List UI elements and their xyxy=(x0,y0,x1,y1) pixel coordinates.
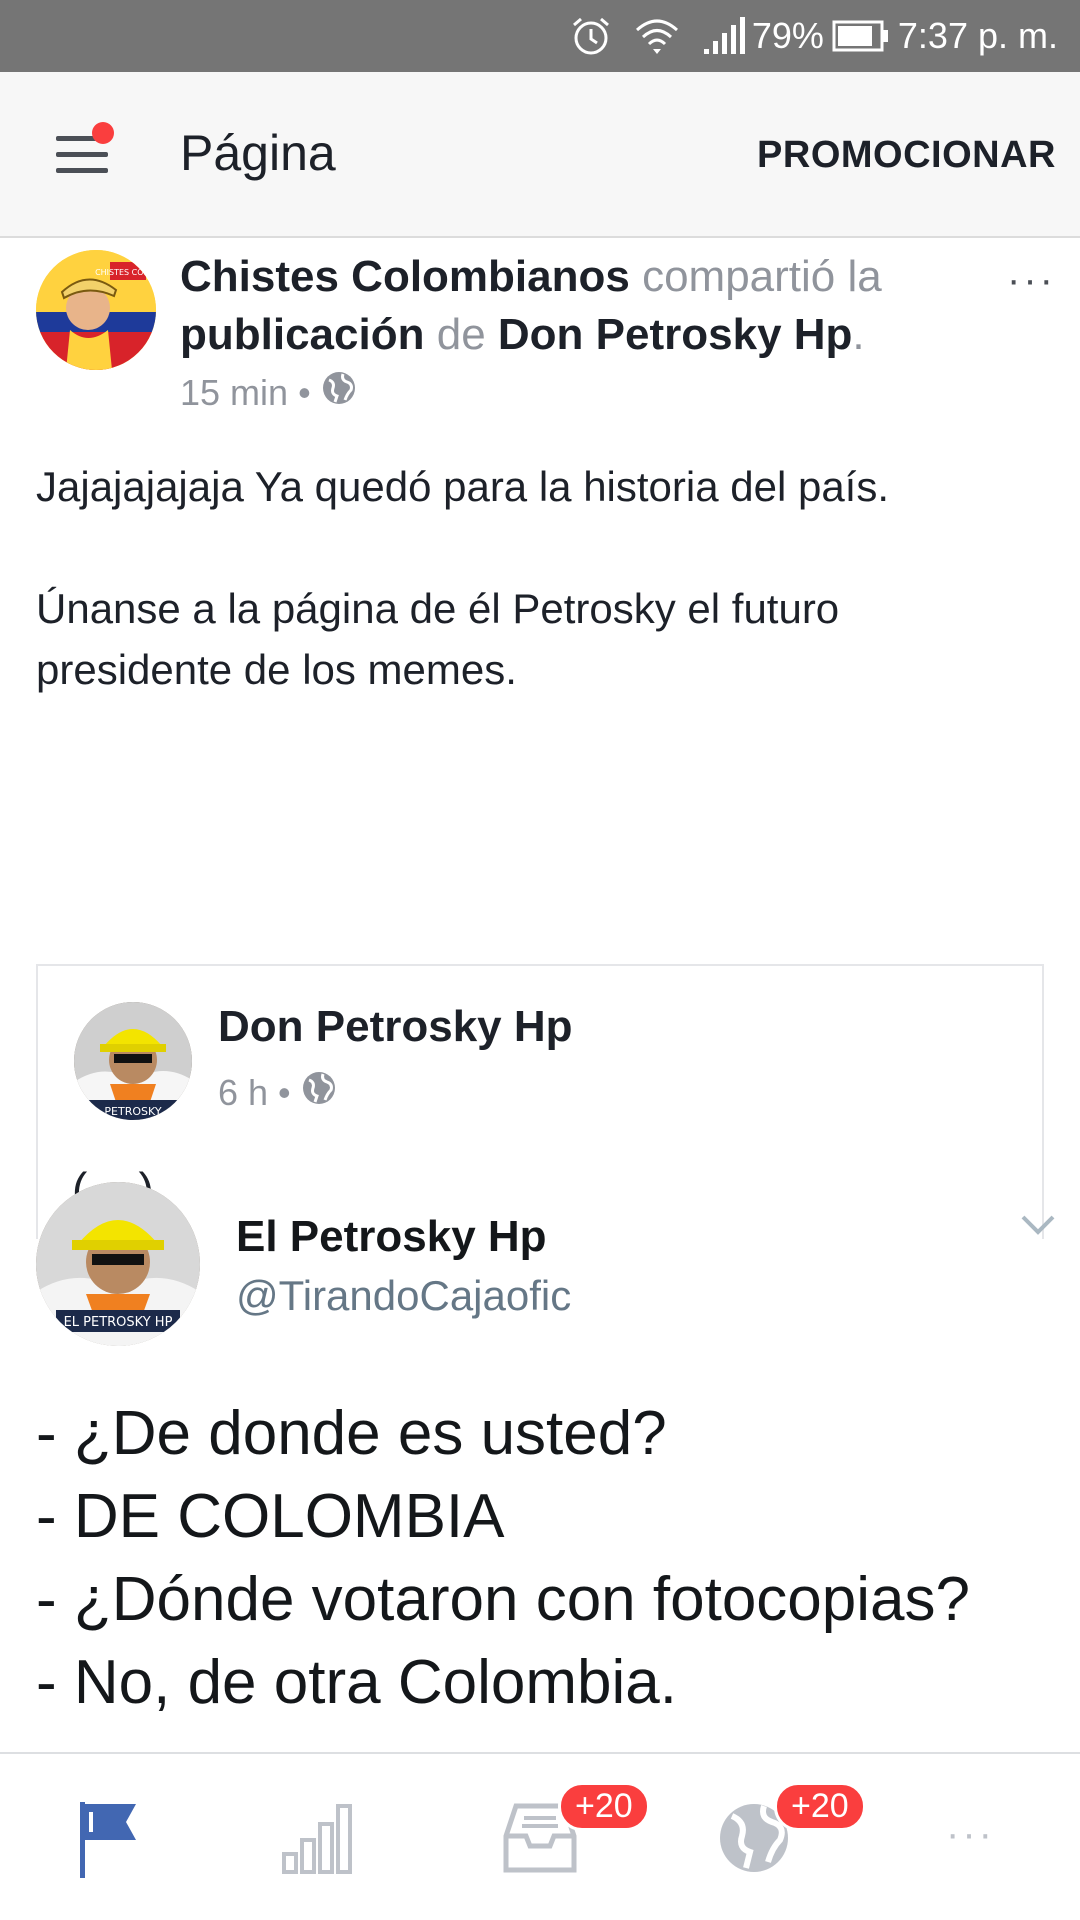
tweet-line: - DE COLOMBIA xyxy=(36,1482,505,1551)
menu-icon-line xyxy=(56,168,108,173)
tweet-line: - No, de otra Colombia. xyxy=(36,1648,677,1717)
post-text-line: Únanse a la página de él Petrosky el fut… xyxy=(36,585,840,693)
inbox-badge: +20 xyxy=(558,1782,650,1831)
menu-button[interactable] xyxy=(52,122,114,186)
nav-inbox-tab[interactable]: +20 xyxy=(500,1782,650,1886)
page-title: Página xyxy=(180,125,336,181)
tweet-author-name: El Petrosky Hp xyxy=(236,1212,547,1261)
bottom-navigation: +20 +20 ··· xyxy=(0,1752,1080,1920)
wifi-icon xyxy=(634,16,680,56)
tweet-image[interactable]: EL PETROSKY HP El Petrosky Hp @TirandoCa… xyxy=(0,1176,1080,1756)
post-object-link[interactable]: publicación xyxy=(180,310,424,359)
post-body: Jajajajajaja Ya quedó para la historia d… xyxy=(36,456,1036,761)
nav-page-tab[interactable] xyxy=(72,1796,172,1886)
shared-avatar[interactable]: PETROSKY xyxy=(74,1002,192,1120)
shared-post-author[interactable]: Don Petrosky Hp xyxy=(218,1002,573,1052)
app-bar: Página PROMOCIONAR xyxy=(0,72,1080,238)
notification-dot xyxy=(92,122,114,144)
meta-separator: • xyxy=(278,1071,291,1113)
tweet-text: - ¿De donde es usted? - DE COLOMBIA - ¿D… xyxy=(36,1392,970,1724)
post-author-line: Chistes Colombianos compartió la publica… xyxy=(180,248,940,364)
globe-icon xyxy=(716,1804,796,1880)
flag-icon xyxy=(72,1802,142,1884)
globe-icon xyxy=(321,370,357,415)
battery-percent: 79% xyxy=(751,15,824,56)
post-connector: de xyxy=(436,310,486,359)
tweet-author-handle: @TirandoCajaofic xyxy=(236,1272,572,1319)
tweet-line: - ¿De donde es usted? xyxy=(36,1399,667,1468)
post-period: . xyxy=(852,310,865,359)
chevron-down-icon xyxy=(1020,1214,1056,1241)
page-avatar[interactable]: CHISTES COLOM xyxy=(36,250,156,370)
shared-post-time[interactable]: 6 h xyxy=(218,1072,268,1114)
shared-post-meta: 6 h • xyxy=(218,1070,337,1115)
inbox-icon xyxy=(500,1803,580,1880)
status-bar: 79% 7:37 p. m. xyxy=(0,0,1080,72)
nav-notifications-tab[interactable]: +20 xyxy=(716,1782,866,1886)
post-options-button[interactable]: ··· xyxy=(1007,258,1056,303)
post-text-line: Jajajajajaja Ya quedó para la historia d… xyxy=(36,463,890,510)
page-avatar-caption: CHISTES COLOM xyxy=(95,268,156,277)
globe-icon xyxy=(301,1070,337,1115)
notifications-badge: +20 xyxy=(774,1782,866,1831)
tweet-avatar-caption: EL PETROSKY HP xyxy=(64,1315,173,1330)
tweet-line: - ¿Dónde votaron con fotocopias? xyxy=(36,1565,970,1634)
post-meta: 15 min • xyxy=(180,370,357,415)
post-time[interactable]: 15 min xyxy=(180,372,288,414)
menu-icon-line xyxy=(56,152,108,157)
clock: 7:37 p. m. xyxy=(897,15,1058,56)
promote-button[interactable]: PROMOCIONAR xyxy=(757,134,1056,177)
nav-more-tab[interactable]: ··· xyxy=(946,1812,1046,1902)
post-author-name[interactable]: Chistes Colombianos xyxy=(180,252,630,301)
nav-insights-tab[interactable] xyxy=(280,1796,380,1886)
post-source-link[interactable]: Don Petrosky Hp xyxy=(498,310,853,359)
shared-avatar-caption: PETROSKY xyxy=(104,1105,161,1118)
bar-chart-icon xyxy=(280,1804,360,1880)
battery-icon xyxy=(832,20,890,52)
meta-separator: • xyxy=(298,371,311,413)
alarm-icon xyxy=(570,15,612,57)
post-action-text: compartió la xyxy=(642,252,882,301)
signal-icon xyxy=(702,16,746,56)
tweet-avatar: EL PETROSKY HP xyxy=(36,1182,200,1346)
